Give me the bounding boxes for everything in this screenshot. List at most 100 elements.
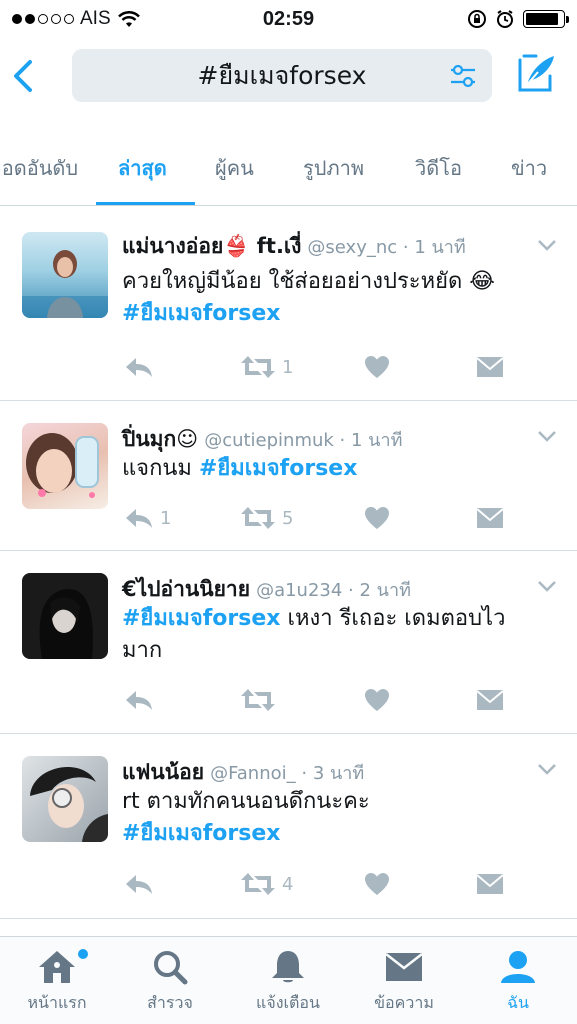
timestamp: 1 นาที	[414, 237, 466, 258]
tweet-body: rt ตามทักคนนอนดึกนะคะ	[122, 789, 370, 814]
avatar[interactable]	[22, 573, 108, 659]
retweet-icon	[241, 507, 275, 529]
tweet-text: #ยืมเมจforsex เหงา รีเถอะ เดมตอบไว มาก	[122, 603, 542, 667]
avatar[interactable]	[22, 756, 108, 842]
handle[interactable]: @sexy_nc	[307, 237, 397, 258]
retweet-count: 4	[282, 873, 294, 895]
tweet-body: ควยใหญ่มีน้อย ใช้ส่อยอย่างประหยัด 😂	[122, 269, 495, 294]
tab-news[interactable]: ข่าว	[511, 152, 547, 184]
tab-videos[interactable]: วิดีโอ	[415, 152, 462, 184]
retweet-count: 5	[282, 507, 294, 529]
nav-explore[interactable]: สำรวจ	[115, 949, 225, 1016]
tab-photos[interactable]: รูปภาพ	[303, 152, 364, 184]
compose-tweet-icon[interactable]	[516, 52, 558, 94]
chevron-down-icon[interactable]	[537, 238, 557, 252]
handle[interactable]: @cutiepinmuk	[204, 430, 334, 451]
filter-icon[interactable]	[448, 61, 478, 91]
envelope-icon	[476, 874, 504, 894]
retweet-button[interactable]	[240, 685, 276, 715]
like-button[interactable]	[364, 352, 390, 382]
tab-top[interactable]: ยอดอันดับ	[0, 152, 78, 184]
retweet-button[interactable]: 1	[240, 352, 293, 382]
timestamp: 2 นาที	[359, 580, 411, 601]
tweet-header: €ไปอ่านนิยาย @a1u234 · 2 นาที	[122, 577, 411, 601]
direct-message-button[interactable]	[476, 503, 504, 533]
retweet-count: 1	[282, 356, 294, 378]
tweet-body: แจกนม	[122, 456, 199, 481]
tweet-header: แฟนน้อย @Fannoi_ · 3 นาที	[122, 760, 365, 784]
tweet-actions: 4	[122, 869, 512, 899]
chevron-down-icon[interactable]	[537, 579, 557, 593]
avatar[interactable]	[22, 232, 108, 318]
hashtag-link[interactable]: #ยืมเมจforsex	[122, 821, 280, 846]
envelope-icon	[476, 508, 504, 528]
retweet-icon	[241, 873, 275, 895]
nav-home[interactable]: หน้าแรก	[2, 949, 112, 1016]
tab-latest[interactable]: ล่าสุด	[118, 152, 167, 184]
tab-people[interactable]: ผู้คน	[215, 152, 254, 184]
like-button[interactable]	[364, 685, 390, 715]
heart-icon	[365, 873, 389, 895]
reply-icon	[126, 691, 152, 710]
reply-button[interactable]	[124, 685, 154, 715]
tweet[interactable]: แฟนน้อย @Fannoi_ · 3 นาที rt ตามทักคนนอน…	[0, 734, 577, 919]
tweet[interactable]: €ไปอ่านนิยาย @a1u234 · 2 นาที #ยืมเมจfor…	[0, 551, 577, 734]
tweet-body-line2: มาก	[122, 638, 163, 663]
tweet-actions: 1	[122, 352, 512, 382]
like-button[interactable]	[364, 503, 390, 533]
retweet-button[interactable]: 5	[240, 503, 293, 533]
status-bar: AIS 02:59	[0, 0, 577, 38]
nav-label: สำรวจ	[147, 993, 193, 1012]
reply-button[interactable]: 1	[124, 503, 171, 533]
tweet-actions	[122, 685, 512, 715]
handle[interactable]: @a1u234	[256, 580, 342, 601]
timestamp: 1 นาที	[351, 430, 403, 451]
nav-notifications[interactable]: แจ้งเตือน	[233, 949, 343, 1016]
tweet[interactable]: ปิ่นมุก☺ @cutiepinmuk · 1 นาที แจกนม #ยื…	[0, 401, 577, 551]
direct-message-button[interactable]	[476, 869, 504, 899]
nav-messages[interactable]: ข้อความ	[349, 949, 459, 1016]
search-input[interactable]: #ยืมเมจforsex	[72, 49, 492, 102]
search-tabs: ยอดอันดับ ล่าสุด ผู้คน รูปภาพ วิดีโอ ข่า…	[0, 136, 577, 206]
person-icon	[501, 951, 535, 983]
direct-message-button[interactable]	[476, 685, 504, 715]
notification-dot	[78, 949, 88, 959]
nav-label: ฉัน	[507, 993, 529, 1012]
bottom-tab-bar: หน้าแรก สำรวจ แจ้งเตือน ข้อความ ฉัน	[0, 936, 577, 1024]
reply-icon	[126, 509, 152, 528]
hashtag-link[interactable]: #ยืมเมจforsex	[122, 606, 280, 631]
reply-icon	[126, 358, 152, 377]
display-name[interactable]: €ไปอ่านนิยาย	[122, 577, 250, 601]
chevron-down-icon[interactable]	[537, 429, 557, 443]
heart-icon	[365, 356, 389, 378]
retweet-icon	[241, 356, 275, 378]
display-name[interactable]: ปิ่นมุก☺	[122, 427, 198, 451]
signal-strength-icon	[12, 14, 74, 24]
envelope-icon	[476, 357, 504, 377]
reply-button[interactable]	[124, 869, 154, 899]
tweet[interactable]: แม่นางอ่อย👙 ft.เงี่ @sexy_nc · 1 นาที คว…	[0, 206, 577, 401]
envelope-icon	[385, 953, 423, 981]
tweet-text: ควยใหญ่มีน้อย ใช้ส่อยอย่างประหยัด 😂 #ยืม…	[122, 266, 542, 330]
chevron-down-icon[interactable]	[537, 762, 557, 776]
timestamp: 3 นาที	[312, 763, 365, 784]
display-name[interactable]: แม่นางอ่อย👙 ft.เงี่	[122, 234, 301, 258]
reply-count: 1	[160, 507, 172, 529]
search-query: #ยืมเมจforsex	[197, 60, 367, 90]
reply-button[interactable]	[124, 352, 154, 382]
display-name[interactable]: แฟนน้อย	[122, 760, 204, 784]
avatar[interactable]	[22, 423, 108, 509]
retweet-button[interactable]: 4	[240, 869, 293, 899]
back-icon[interactable]	[10, 56, 40, 96]
battery-icon	[523, 10, 569, 28]
nav-label: แจ้งเตือน	[256, 993, 320, 1012]
nav-me[interactable]: ฉัน	[463, 949, 573, 1016]
like-button[interactable]	[364, 869, 390, 899]
hashtag-link[interactable]: #ยืมเมจforsex	[122, 301, 280, 326]
alarm-icon	[497, 10, 513, 28]
hashtag-link[interactable]: #ยืมเมจforsex	[199, 456, 357, 481]
tweet-text: แจกนม #ยืมเมจforsex	[122, 453, 542, 485]
handle[interactable]: @Fannoi_	[210, 763, 296, 784]
direct-message-button[interactable]	[476, 352, 504, 382]
envelope-icon	[476, 690, 504, 710]
